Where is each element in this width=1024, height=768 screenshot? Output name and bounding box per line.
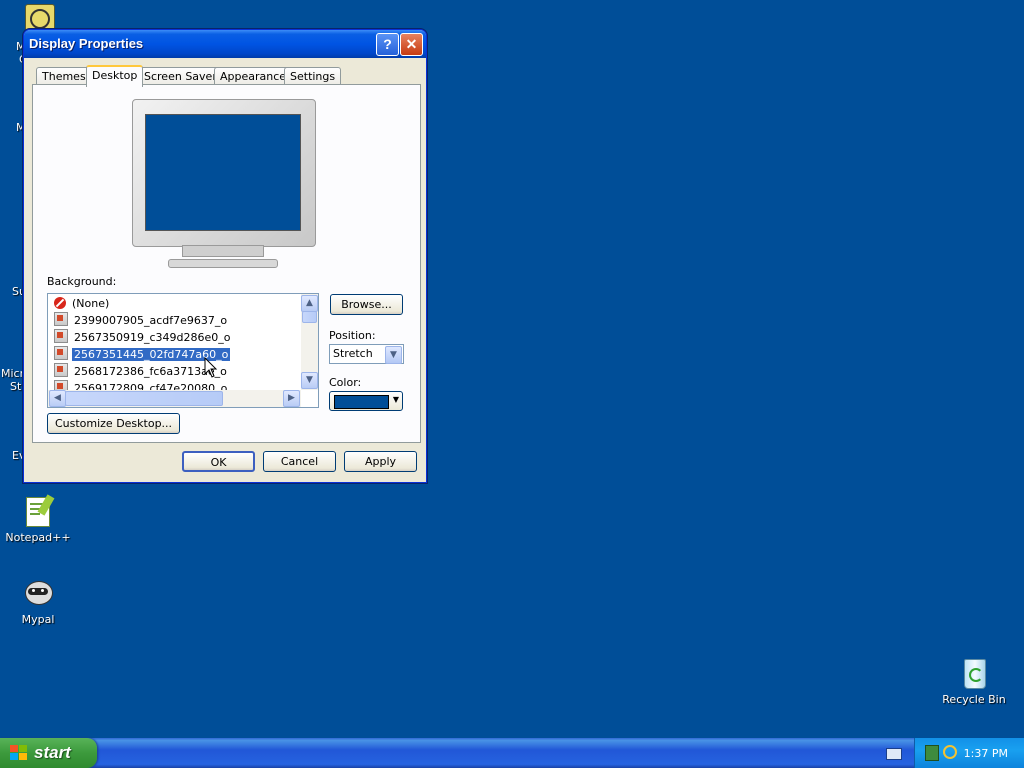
color-picker-button[interactable]: ▼ <box>329 391 403 411</box>
apply-button[interactable]: Apply <box>344 451 417 472</box>
scroll-up-button[interactable]: ▲ <box>301 295 318 312</box>
raccoon-icon <box>22 577 54 609</box>
desktop-tab-panel: Background: (None) 2399007905_acdf7e9637… <box>32 84 421 443</box>
list-item[interactable]: 2568172386_fc6a3713ae_o <box>48 363 301 380</box>
list-item[interactable]: 2567350919_c349d286e0_o <box>48 329 301 346</box>
list-item[interactable]: 2399007905_acdf7e9637_o <box>48 312 301 329</box>
position-label: Position: <box>329 329 376 342</box>
chevron-down-icon: ▼ <box>392 395 399 404</box>
window-title: Display Properties <box>29 36 144 51</box>
title-bar[interactable]: Display Properties ? ✕ <box>24 30 426 58</box>
scroll-left-button[interactable]: ◀ <box>49 390 66 407</box>
tab-screen-saver[interactable]: Screen Saver <box>138 67 223 85</box>
customize-desktop-button[interactable]: Customize Desktop... <box>47 413 180 434</box>
background-list-items: (None) 2399007905_acdf7e9637_o 256735091… <box>48 294 301 390</box>
monitor-screen-preview <box>145 114 301 231</box>
close-icon: ✕ <box>405 36 418 52</box>
monitor-preview <box>132 99 316 271</box>
image-file-icon <box>54 346 68 360</box>
vertical-scroll-thumb[interactable] <box>302 311 317 323</box>
desktop-icon-recycle-bin[interactable]: Recycle Bin <box>934 657 1014 706</box>
desktop-icon-label: Mypal <box>21 613 55 626</box>
ok-button[interactable]: OK <box>182 451 255 472</box>
scroll-down-button[interactable]: ▼ <box>301 372 318 389</box>
cancel-button[interactable]: Cancel <box>263 451 336 472</box>
clock[interactable]: 1:37 PM <box>964 747 1008 760</box>
windows-logo-icon <box>10 745 28 761</box>
display-properties-window: Display Properties ? ✕ Themes Desktop Sc… <box>23 29 427 483</box>
desktop-icon-label: Recycle Bin <box>942 693 1006 706</box>
background-label: Background: <box>47 275 117 288</box>
mouse-cursor-icon <box>204 357 218 378</box>
desktop-icon-mypal[interactable]: Mypal <box>0 577 78 626</box>
clock-icon <box>30 9 50 29</box>
none-icon <box>54 297 66 309</box>
tab-appearance[interactable]: Appearance <box>214 67 293 85</box>
image-file-icon <box>54 312 68 326</box>
start-label: start <box>34 743 71 762</box>
window-body: Themes Desktop Screen Saver Appearance S… <box>28 59 422 478</box>
horizontal-scroll-thumb[interactable] <box>65 391 223 406</box>
system-tray: 1:37 PM <box>914 738 1024 768</box>
color-swatch <box>334 395 389 409</box>
monitor-base <box>168 259 278 268</box>
background-listbox[interactable]: (None) 2399007905_acdf7e9637_o 256735091… <box>47 293 319 408</box>
network-icon[interactable] <box>925 745 939 761</box>
tab-themes[interactable]: Themes <box>36 67 92 85</box>
close-button[interactable]: ✕ <box>400 33 423 56</box>
image-file-icon <box>54 329 68 343</box>
horizontal-scrollbar[interactable]: ◀ ▶ <box>48 390 301 407</box>
browse-button[interactable]: Browse... <box>330 294 403 315</box>
tab-desktop[interactable]: Desktop <box>86 65 144 87</box>
recycle-bin-icon <box>958 657 990 689</box>
monitor-neck <box>182 245 264 257</box>
list-item[interactable]: 2569172809_cf47e20080_o <box>48 380 301 390</box>
color-label: Color: <box>329 376 362 389</box>
search-icon[interactable] <box>943 745 957 759</box>
start-button[interactable]: start <box>0 738 97 768</box>
desktop-icon-notepad-plus-plus[interactable]: Notepad++ <box>0 494 78 544</box>
position-select-value: Stretch <box>333 347 373 360</box>
image-file-icon <box>54 380 68 390</box>
taskbar: start 1:37 PM <box>0 738 1024 768</box>
tab-settings[interactable]: Settings <box>284 67 342 85</box>
vertical-scrollbar[interactable]: ▲ ▼ <box>301 294 318 390</box>
position-select[interactable]: Stretch ▼ <box>329 344 404 364</box>
desktop-icon-label: Notepad++ <box>5 531 71 544</box>
list-item-label: 2569172809_cf47e20080_o <box>74 382 228 390</box>
list-item-label: 2567350919_c349d286e0_o <box>74 331 231 344</box>
chevron-down-icon[interactable]: ▼ <box>385 346 402 364</box>
list-item-label: (None) <box>72 297 110 310</box>
scroll-right-button[interactable]: ▶ <box>283 390 300 407</box>
list-item-label: 2399007905_acdf7e9637_o <box>74 314 228 327</box>
help-button[interactable]: ? <box>376 33 399 56</box>
list-item-selected[interactable]: 2567351445_02fd747a60_o <box>48 346 301 363</box>
keyboard-icon[interactable] <box>886 748 902 760</box>
image-file-icon <box>54 363 68 377</box>
list-item[interactable]: (None) <box>48 294 301 312</box>
notepad-plus-plus-icon <box>22 494 55 527</box>
